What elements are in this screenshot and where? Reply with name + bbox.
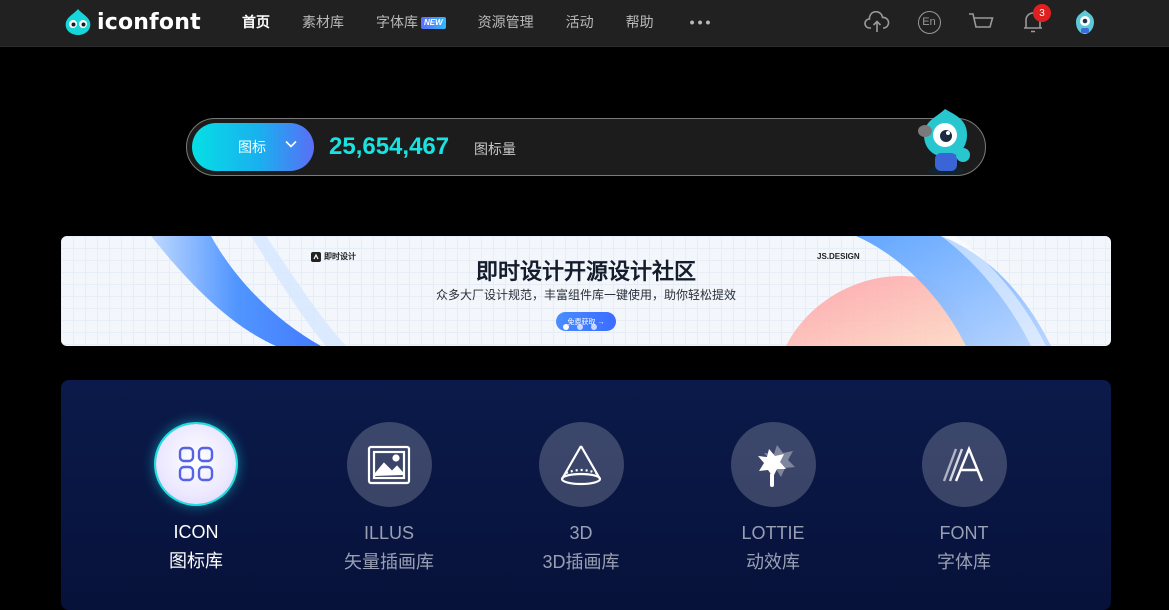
category-icon-circle <box>730 422 816 507</box>
nav-item-resources[interactable]: 资源管理 <box>478 12 534 32</box>
avatar-mascot-icon <box>1076 10 1094 34</box>
notification-button[interactable]: 3 <box>1019 4 1051 36</box>
category-icon-circle <box>921 422 1007 507</box>
nav-item-fonts[interactable]: 字体库 NEW <box>376 12 446 32</box>
search-type-dropdown[interactable]: 图标 <box>192 123 314 171</box>
category-icon-library[interactable]: ICON 图标库 <box>126 422 266 573</box>
category-panel: ICON 图标库 ILLUS 矢量插画库 3D 3D插画库 LOTTIE 动效库… <box>61 380 1111 610</box>
category-cn-label: 动效库 <box>746 552 800 572</box>
icon-grid-icon <box>178 446 214 482</box>
nav-item-help[interactable]: 帮助 <box>626 12 654 32</box>
category-fonts[interactable]: FONT 字体库 <box>894 422 1034 574</box>
carousel-dot[interactable] <box>577 324 583 330</box>
notification-count-badge: 3 <box>1033 4 1051 22</box>
category-en-label: FONT <box>939 523 989 543</box>
carousel-dot[interactable] <box>591 324 597 330</box>
nav-label: 素材库 <box>302 14 344 30</box>
icon-count: 25,654,467 <box>329 133 450 160</box>
avatar[interactable] <box>1071 8 1099 36</box>
banner-subtitle: 众多大厂设计规范，丰富组件库一键使用，助你轻松提效 <box>435 288 736 302</box>
banner-title: 即时设计开源设计社区 <box>475 259 696 284</box>
category-lottie[interactable]: LOTTIE 动效库 <box>703 422 843 574</box>
logo[interactable]: iconfont <box>63 6 201 38</box>
category-cn-label: 图标库 <box>169 551 223 571</box>
nav-item-home[interactable]: 首页 <box>242 12 270 32</box>
top-nav-bar: iconfont 首页 素材库 字体库 NEW 资源管理 活动 帮助 ••• En <box>0 0 1169 47</box>
icon-count-label: 图标量 <box>474 141 516 157</box>
iconfont-logo-icon <box>65 9 91 35</box>
nav-item-materials[interactable]: 素材库 <box>302 12 344 32</box>
cart-icon <box>969 13 994 28</box>
category-cn-label: 3D插画库 <box>542 552 620 572</box>
main-nav: 首页 素材库 字体库 NEW 资源管理 活动 帮助 ••• <box>242 0 713 44</box>
nav-label: 字体库 <box>376 14 418 30</box>
nav-item-activity[interactable]: 活动 <box>566 12 594 32</box>
promo-banner[interactable]: 即时设计 JS.DESIGN 即时设计开源设计社区 众多大厂设计规范，丰富组件库… <box>61 236 1111 346</box>
nav-label: 活动 <box>565 14 594 30</box>
search-bar[interactable]: 图标 25,654,467 图标量 <box>186 109 986 176</box>
language-button[interactable]: En <box>915 8 943 36</box>
category-icon-circle <box>156 424 236 504</box>
category-illustrations[interactable]: ILLUS 矢量插画库 <box>319 422 459 574</box>
category-en-label: ILLUS <box>363 523 415 543</box>
more-menu-icon[interactable]: ••• <box>690 14 714 30</box>
lottie-icon <box>758 444 795 487</box>
category-en-label: 3D <box>569 523 593 543</box>
category-cn-label: 矢量插画库 <box>344 552 434 572</box>
nav-label: 帮助 <box>625 14 654 30</box>
nav-label: 资源管理 <box>477 14 534 30</box>
cone-3d-icon <box>560 444 602 485</box>
cart-button[interactable] <box>967 8 995 36</box>
category-icon-circle <box>346 422 432 507</box>
banner-pagination <box>563 324 597 330</box>
image-icon <box>367 445 411 484</box>
category-en-label: LOTTIE <box>741 523 805 543</box>
cloud-upload-icon <box>864 11 890 32</box>
font-a-icon <box>942 445 984 481</box>
nav-label: 首页 <box>242 14 270 30</box>
carousel-dot[interactable] <box>563 324 569 330</box>
category-icon-circle <box>538 422 624 507</box>
mascot-icon <box>918 109 970 175</box>
category-cn-label: 字体库 <box>937 552 991 572</box>
new-badge: NEW <box>421 17 446 29</box>
category-3d[interactable]: 3D 3D插画库 <box>511 422 651 574</box>
language-label: En <box>917 10 941 34</box>
upload-button[interactable] <box>863 8 891 36</box>
logo-text: iconfont <box>97 9 201 35</box>
search-type-label: 图标 <box>238 139 266 155</box>
category-en-label: ICON <box>173 522 219 542</box>
chevron-down-icon <box>285 140 297 148</box>
header-actions: En 3 <box>863 4 1099 38</box>
